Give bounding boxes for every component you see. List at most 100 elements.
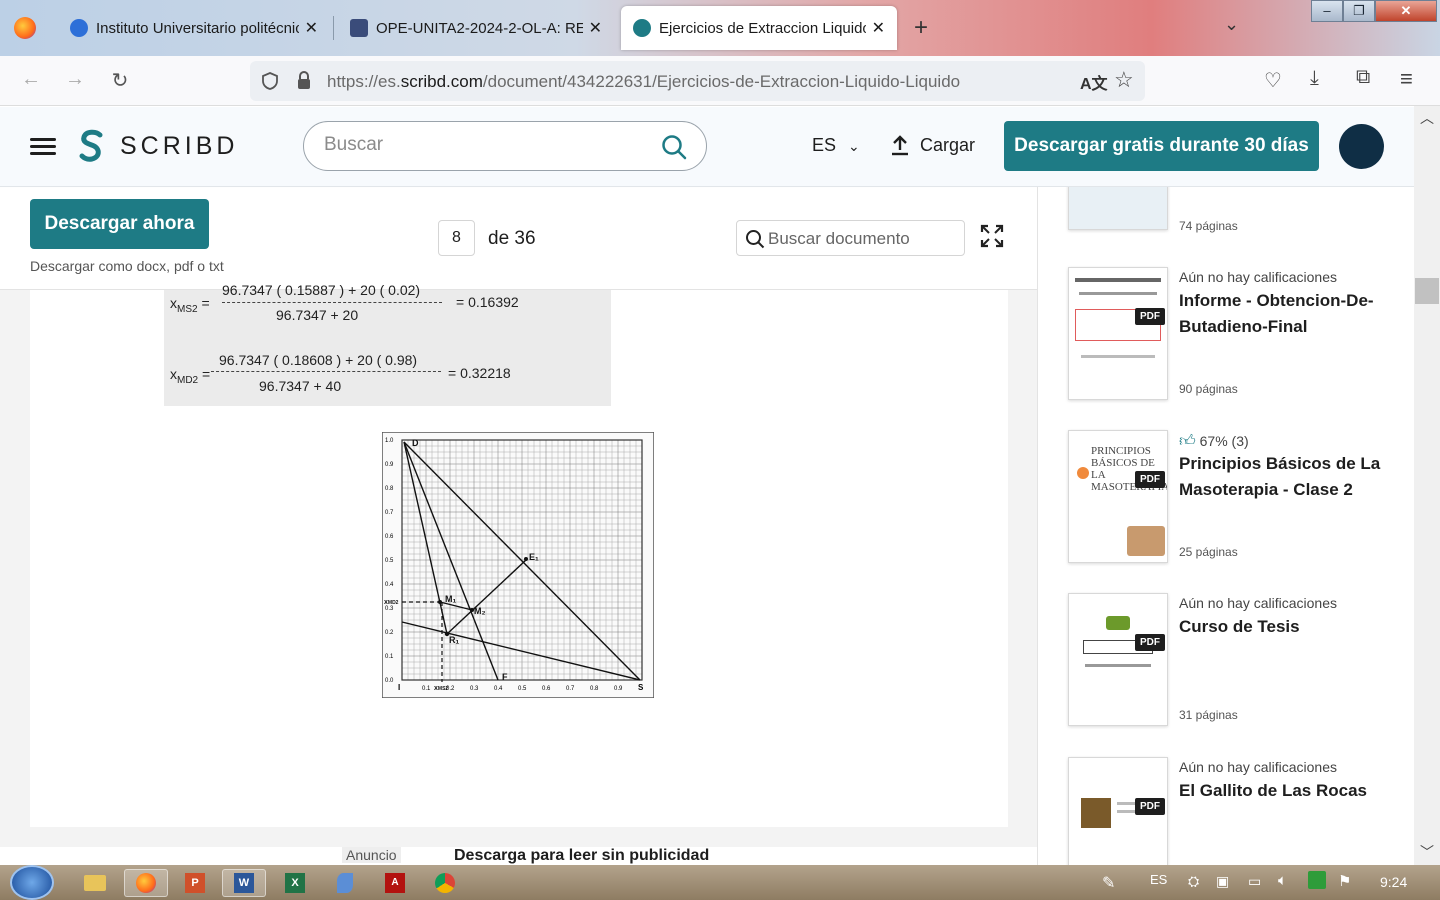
ad-label: Anuncio (342, 847, 401, 863)
document-search-input[interactable]: Buscar documento (736, 220, 965, 256)
document-viewer: 96.7347 ( 0.15887 ) + 20 ( 0.02) xMS2 = … (0, 282, 1037, 867)
downloads-icon[interactable]: ⤓ (1310, 67, 1319, 90)
formula1-denominator: 96.7347 + 20 (276, 307, 359, 323)
doc-title[interactable]: Principios Básicos de La Masoterapia - C… (1179, 451, 1404, 503)
page-scrollbar[interactable]: ︿ ﹀ (1414, 106, 1440, 865)
search-input[interactable] (324, 134, 654, 156)
download-now-button[interactable]: Descargar ahora (30, 199, 209, 249)
scroll-up-arrow-icon[interactable]: ︿ (1420, 108, 1434, 128)
doc-title[interactable]: Informe - Obtencion-De-Butadieno-Final (1179, 288, 1404, 340)
navigation-bar: ← → ↻ https://es.scribd.com/document/434… (0, 56, 1440, 106)
ad-free-text[interactable]: Descarga para leer sin publicidad (454, 847, 709, 865)
close-tab-icon[interactable]: ✕ (872, 18, 885, 38)
pen-tray-icon[interactable]: ✎ (1102, 873, 1115, 893)
page-number-input[interactable]: 8 (438, 220, 475, 256)
power-tray-icon[interactable] (1308, 871, 1326, 889)
scrollbar-thumb[interactable] (1415, 278, 1439, 304)
doc-thumbnail[interactable]: PDF (1068, 757, 1168, 865)
upload-icon (892, 135, 908, 156)
bookmark-star-icon[interactable]: ☆ (1114, 67, 1134, 93)
doc-thumbnail[interactable]: PDF (1068, 267, 1168, 400)
y-tick-label: 0.2 (385, 630, 394, 636)
start-button[interactable] (10, 865, 54, 900)
powerpoint-icon[interactable]: P (176, 869, 214, 897)
chrome-icon[interactable] (426, 869, 464, 897)
label-M1: M₁ (445, 594, 456, 604)
y-tick-label: 0.0 (385, 678, 394, 684)
devices-tray-icon[interactable]: ▣ (1216, 873, 1229, 890)
display-tray-icon[interactable]: ▭ (1248, 873, 1261, 890)
doc-thumbnail[interactable] (1068, 187, 1168, 230)
language-selector[interactable]: ES ⌄ (812, 135, 860, 156)
search-icon (746, 230, 765, 249)
related-documents-sidebar: 74 páginas PDF Aún no hay calificaciones… (1037, 187, 1414, 865)
x-tick-label: 0.9 (614, 686, 623, 692)
list-tabs-icon[interactable]: ⌄ (1224, 14, 1239, 35)
fullscreen-icon[interactable] (980, 224, 1004, 248)
rating-text: 👍︎ 67% (3) (1179, 433, 1249, 450)
y-tick-label: 0.7 (385, 510, 394, 516)
tab-title: OPE-UNITA2-2024-2-OL-A: REVIEW (376, 19, 583, 37)
x-tick-label: 0.8 (590, 686, 599, 692)
rating-text: Aún no hay calificaciones (1179, 269, 1337, 285)
close-tab-icon[interactable]: ✕ (305, 18, 318, 38)
ad-bar: Anuncio Descarga para leer sin publicida… (0, 847, 1037, 867)
flag-tray-icon[interactable]: ⚑ (1338, 872, 1351, 890)
pocket-icon[interactable]: ♡ (1264, 68, 1282, 93)
system-clock[interactable]: 9:24 (1380, 874, 1407, 890)
doc-thumbnail[interactable]: PDF (1068, 593, 1168, 726)
formula1-fraction-line (222, 295, 442, 303)
minimize-button[interactable]: ‒ (1311, 0, 1343, 22)
y-tick-label: 0.1 (385, 654, 394, 660)
new-tab-button[interactable]: + (914, 14, 928, 42)
x-tick-label: 0.5 (518, 686, 527, 692)
doc-thumbnail[interactable]: PRINCIPIOS BÁSICOS DE LA MASOTERAPIA PDF (1068, 430, 1168, 563)
tab-instituto[interactable]: Instituto Universitario politécnico ✕ (58, 6, 330, 50)
scroll-down-arrow-icon[interactable]: ﹀ (1420, 842, 1434, 862)
label-R1: R₁ (449, 635, 459, 645)
volume-icon[interactable]: 🔈︎ (1278, 872, 1287, 889)
tab-scribd-active[interactable]: Ejercicios de Extraccion Liquido-Liquido… (621, 6, 897, 50)
upload-button[interactable]: Cargar (890, 134, 975, 156)
input-language[interactable]: ES (1150, 872, 1167, 887)
tab-strip: Instituto Universitario politécnico ✕ OP… (0, 0, 1440, 56)
app-menu-icon[interactable]: ≡ (1400, 66, 1413, 92)
lock-icon[interactable] (296, 71, 312, 91)
forward-button[interactable]: → (62, 68, 88, 91)
word-icon[interactable]: W (222, 869, 266, 897)
chevron-down-icon: ⌄ (848, 138, 860, 154)
avatar[interactable] (1339, 124, 1384, 169)
url-bar[interactable]: https://es.scribd.com/document/434222631… (250, 61, 1145, 101)
excel-icon[interactable]: X (276, 869, 314, 897)
close-tab-icon[interactable]: ✕ (589, 18, 602, 38)
tab-ope-unita2[interactable]: OPE-UNITA2-2024-2-OL-A: REVIEW ✕ (338, 6, 614, 50)
tracking-shield-icon[interactable] (260, 71, 280, 91)
translate-icon[interactable]: A文 (1080, 70, 1108, 94)
reload-button[interactable]: ↻ (107, 68, 133, 93)
label-D: D (412, 438, 419, 448)
extensions-icon[interactable]: ⧉ (1356, 66, 1370, 89)
free-trial-download-button[interactable]: Descargar gratis durante 30 días (1004, 121, 1319, 171)
doc-title[interactable]: Curso de Tesis (1179, 614, 1404, 640)
x-tick-label: 0.7 (566, 686, 575, 692)
firefox-menu-icon[interactable] (14, 17, 36, 39)
acrobat-icon[interactable]: A (376, 869, 414, 897)
hamburger-menu-icon[interactable] (30, 138, 56, 156)
label-xms2: xMS2 (434, 685, 448, 692)
firefox-taskbar-icon[interactable] (124, 869, 168, 897)
app-icon[interactable] (326, 869, 364, 897)
search-box[interactable] (303, 121, 707, 171)
scribd-logo[interactable]: SCRIBD (78, 129, 238, 163)
search-icon[interactable] (661, 134, 687, 160)
close-window-button[interactable]: ✕ (1375, 0, 1437, 22)
file-explorer-icon[interactable] (76, 869, 114, 897)
label-M2: M₂ (474, 606, 486, 616)
site-header: SCRIBD ES⌄ Cargar Descargar gratis duran… (0, 107, 1414, 187)
y-tick-label: 0.8 (385, 486, 394, 492)
back-button[interactable]: ← (18, 68, 44, 91)
y-tick-label: 0.3 (385, 606, 394, 612)
maximize-button[interactable]: ❐ (1343, 0, 1375, 22)
page-count: 90 páginas (1179, 382, 1238, 396)
network-tray-icon[interactable]: ⛭ (1188, 873, 1199, 890)
doc-title[interactable]: El Gallito de Las Rocas (1179, 778, 1404, 804)
